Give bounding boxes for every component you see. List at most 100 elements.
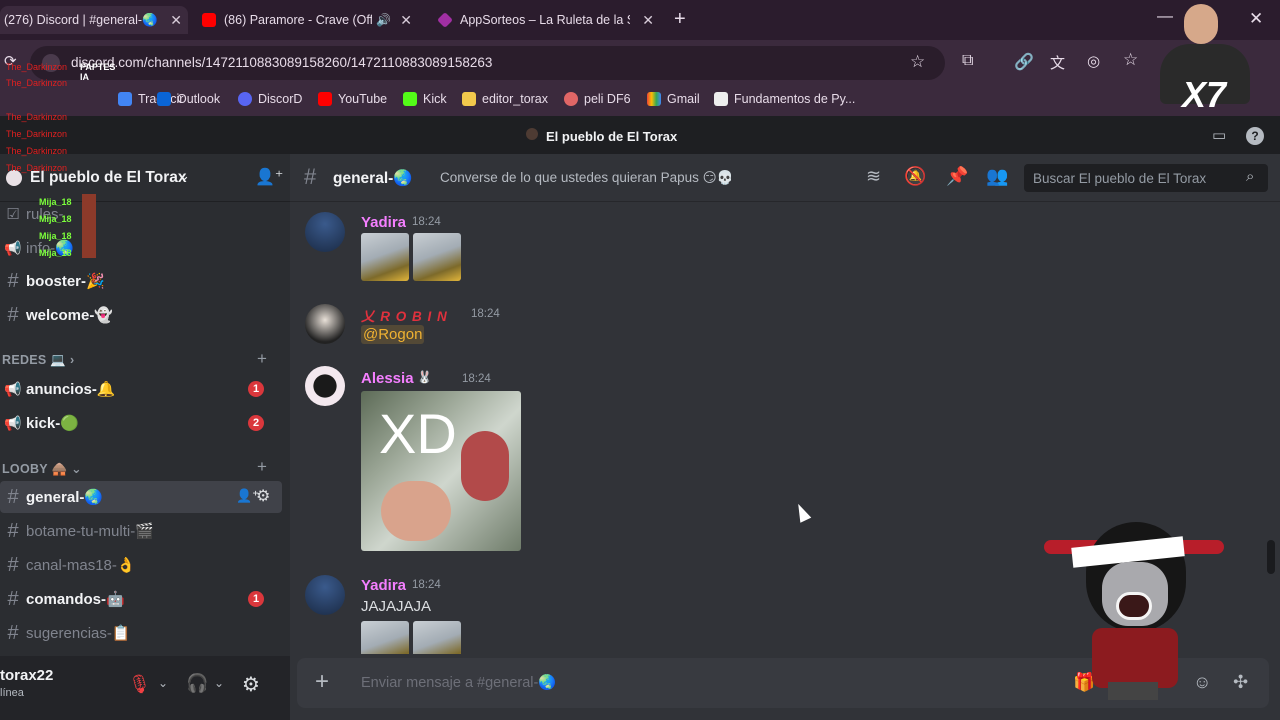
bookmark-fundamentos[interactable]: Fundamentos de Py... (714, 92, 855, 106)
tab-appsorteos[interactable]: AppSorteos – La Ruleta de la Su ✕ (432, 6, 660, 34)
bookmark-gmail[interactable]: Gmail (647, 92, 700, 106)
notifications-muted-icon[interactable]: 🔕 (904, 166, 926, 187)
overlay-viewer: Mija_18 (39, 231, 72, 241)
close-window-icon[interactable]: ✕ (1249, 9, 1263, 29)
channel-welcome[interactable]: # welcome-👻 (0, 299, 282, 331)
server-icon (526, 128, 538, 140)
hash-icon: # (7, 587, 19, 610)
sticker-image[interactable] (361, 233, 409, 281)
channel-canal-mas18[interactable]: # canal-mas18-👌 (0, 549, 282, 581)
tab-title: (86) Paramore - Crave (Offic (224, 13, 372, 27)
message-time: 18:24 (412, 579, 441, 591)
pin-icon[interactable]: 📌 (946, 166, 968, 187)
settings-gear-icon[interactable]: ⚙ (242, 672, 260, 697)
role-icon: 🐰 (417, 370, 432, 384)
mascot-legs-shape (1108, 682, 1158, 700)
megaphone-icon: 📢 (4, 414, 22, 431)
hash-icon: # (7, 303, 19, 326)
channel-topic[interactable]: Converse de lo que ustedes quieran Papus… (440, 170, 734, 186)
channel-header: # general-🌏 Converse de lo que ustedes q… (290, 154, 1280, 202)
tab-youtube[interactable]: (86) Paramore - Crave (Offic 🔊 ✕ (196, 6, 418, 34)
apps-icon[interactable]: ✣ (1233, 672, 1248, 693)
sticker-image[interactable] (413, 233, 461, 281)
chevron-down-icon[interactable]: ⌄ (158, 676, 168, 690)
add-friend-icon[interactable]: 👤⁺ (255, 167, 283, 187)
unread-badge: 1 (248, 591, 264, 607)
avatar[interactable] (305, 212, 345, 252)
link-icon[interactable]: 🔗 (1014, 52, 1034, 72)
scrollbar-thumb[interactable] (1267, 540, 1275, 574)
bookmark-kick[interactable]: Kick (403, 92, 447, 106)
threads-icon[interactable]: ≋ (866, 166, 881, 187)
user-panel: torax22 línea 🎙 ⌄ 🎧 ⌄ ⚙ (0, 656, 290, 720)
bookmark-outlook[interactable]: Outlook (157, 92, 220, 106)
mic-muted-icon[interactable]: 🎙 (128, 674, 151, 695)
category-redes[interactable]: REDES 💻 › (2, 353, 74, 368)
url-box[interactable]: discord.com/channels/1472110883089158260… (30, 46, 945, 80)
chevron-down-icon[interactable]: ⌄ (214, 676, 224, 690)
add-channel-icon[interactable]: + (257, 349, 267, 369)
message-author[interactable]: 乂 R O B I N (361, 305, 448, 325)
thread-icon: # (7, 553, 19, 576)
overlay-viewer: The_Darkinzon (6, 62, 68, 72)
overlay-title: PAPTES IA (80, 62, 116, 82)
add-channel-icon[interactable]: + (257, 457, 267, 477)
username[interactable]: torax22 (0, 667, 53, 684)
appsorteos-icon (437, 12, 453, 28)
new-tab-icon[interactable]: + (674, 8, 686, 31)
channel-kick[interactable]: 📢 kick-🟢 2 (0, 407, 282, 439)
channel-general[interactable]: # general-🌏 👤⁺ ⚙ (0, 481, 282, 513)
speaker-icon[interactable]: 🔊 (376, 13, 391, 27)
message-input-placeholder[interactable]: Enviar mensaje a #general-🌏 (361, 674, 556, 691)
browser-tab-bar: (276) Discord | #general-🌏 | El p ✕ (86)… (0, 0, 1280, 40)
channel-sugerencias[interactable]: # sugerencias-📋 (0, 617, 282, 649)
folder-icon (462, 92, 476, 106)
user-mention[interactable]: @Rogon (361, 325, 425, 344)
tab-discord[interactable]: (276) Discord | #general-🌏 | El p ✕ (0, 6, 188, 34)
message-author[interactable]: Yadira (361, 577, 406, 594)
avatar[interactable] (305, 304, 345, 344)
inbox-icon[interactable]: ▭ (1212, 126, 1226, 144)
avatar[interactable] (305, 575, 345, 615)
avatar[interactable] (305, 366, 345, 406)
bookmark-peli[interactable]: peli DF6 (564, 92, 631, 106)
bookmark-youtube[interactable]: YouTube (318, 92, 387, 106)
discord-title-bar: El pueblo de El Torax ▭ ? (0, 116, 1280, 154)
close-tab-icon[interactable]: ✕ (400, 12, 412, 29)
sticker-image[interactable] (361, 621, 409, 654)
search-icon: ⌕ (1246, 168, 1255, 185)
channel-anuncios[interactable]: 📢 anuncios-🔔 1 (0, 373, 282, 405)
channel-comandos[interactable]: # comandos-🤖 1 (0, 583, 282, 615)
bookmark-discord[interactable]: DiscorD (238, 92, 302, 106)
close-tab-icon[interactable]: ✕ (642, 12, 654, 29)
message-author[interactable]: Alessia (361, 370, 414, 387)
message-author[interactable]: Yadira (361, 214, 406, 231)
page-icon (714, 92, 728, 106)
translate-icon[interactable]: 文 (1050, 52, 1065, 73)
channel-booster[interactable]: # booster-🎉 (0, 265, 282, 297)
category-looby[interactable]: LOOBY 🛖 ⌄ (2, 461, 82, 477)
sticker-image[interactable] (413, 621, 461, 654)
gear-icon[interactable]: ⚙ (256, 486, 270, 506)
favorites-icon[interactable]: ☆ (1123, 50, 1138, 70)
help-icon[interactable]: ? (1246, 127, 1264, 145)
film-icon (564, 92, 578, 106)
lens-icon[interactable]: ◎ (1087, 52, 1100, 70)
members-icon[interactable]: 👥 (986, 166, 1008, 187)
unread-badge: 1 (248, 381, 264, 397)
megaphone-icon: 📢 (4, 380, 22, 397)
bookmark-star-icon[interactable]: ☆ (910, 52, 925, 72)
add-attachment-icon[interactable]: + (315, 668, 329, 696)
address-bar-row: ⟳ discord.com/channels/14721108830891582… (0, 40, 1280, 86)
channel-botame[interactable]: # botame-tu-multi-🎬 (0, 515, 282, 547)
bookmark-editor-torax[interactable]: editor_torax (462, 92, 548, 106)
streamer-webcam: X7 (1160, 0, 1250, 120)
extensions-icon[interactable]: ⧉ (962, 52, 973, 70)
headphones-icon[interactable]: 🎧 (186, 673, 208, 694)
url-text[interactable]: discord.com/channels/1472110883089158260… (71, 55, 492, 70)
search-input[interactable]: Buscar El pueblo de El Torax ⌕ (1024, 164, 1268, 192)
message-content: JAJAJAJA (361, 598, 432, 615)
attachment-image[interactable]: XD (361, 391, 521, 551)
close-tab-icon[interactable]: ✕ (170, 12, 182, 29)
youtube-icon (318, 92, 332, 106)
